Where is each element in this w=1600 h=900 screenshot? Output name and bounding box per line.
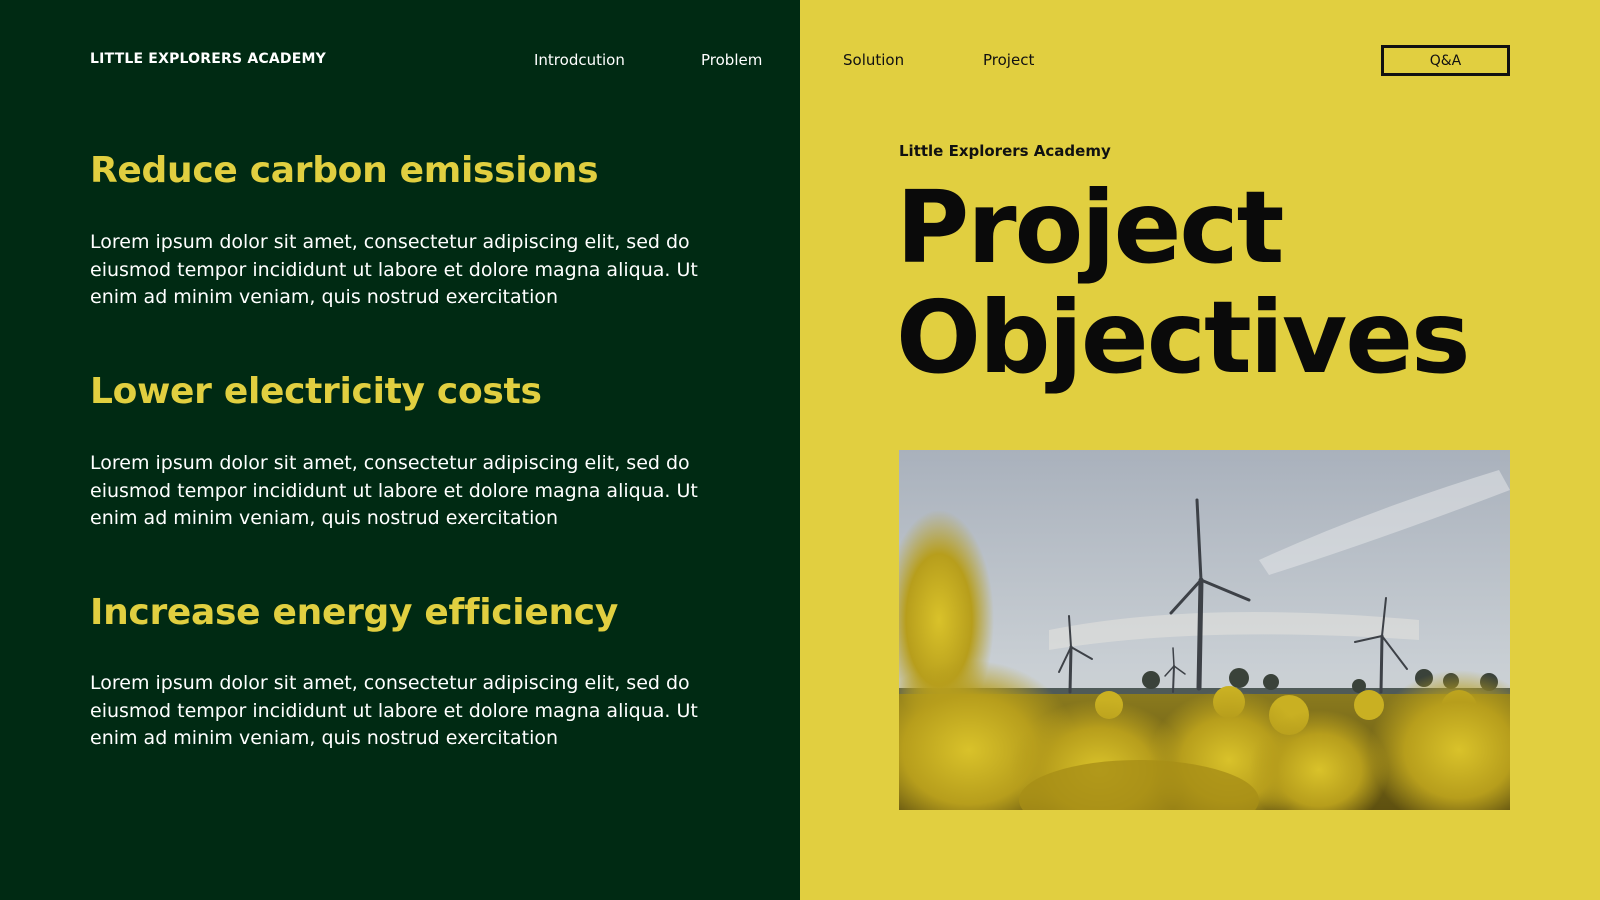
objective-title: Increase energy efficiency [90, 592, 618, 633]
objective-text: Lorem ipsum dolor sit amet, consectetur … [90, 672, 698, 749]
objective-title: Lower electricity costs [90, 371, 542, 412]
nav-problem[interactable]: Problem [701, 51, 762, 69]
objective-text: Lorem ipsum dolor sit amet, consectetur … [90, 452, 698, 529]
nav-project[interactable]: Project [983, 51, 1034, 69]
wind-turbine-photo [899, 450, 1510, 810]
qa-button[interactable]: Q&A [1381, 45, 1510, 76]
objective-text: Lorem ipsum dolor sit amet, consectetur … [90, 231, 698, 308]
hero-title-line1: Project [896, 169, 1284, 286]
brand-logo[interactable]: LITTLE EXPLORERS ACADEMY [90, 51, 326, 67]
objective-title: Reduce carbon emissions [90, 150, 599, 191]
hero-title-line2: Objectives [896, 279, 1471, 396]
nav-introduction[interactable]: Introdcution [534, 51, 625, 69]
hero-eyebrow: Little Explorers Academy [899, 142, 1111, 160]
nav-solution[interactable]: Solution [843, 51, 904, 69]
